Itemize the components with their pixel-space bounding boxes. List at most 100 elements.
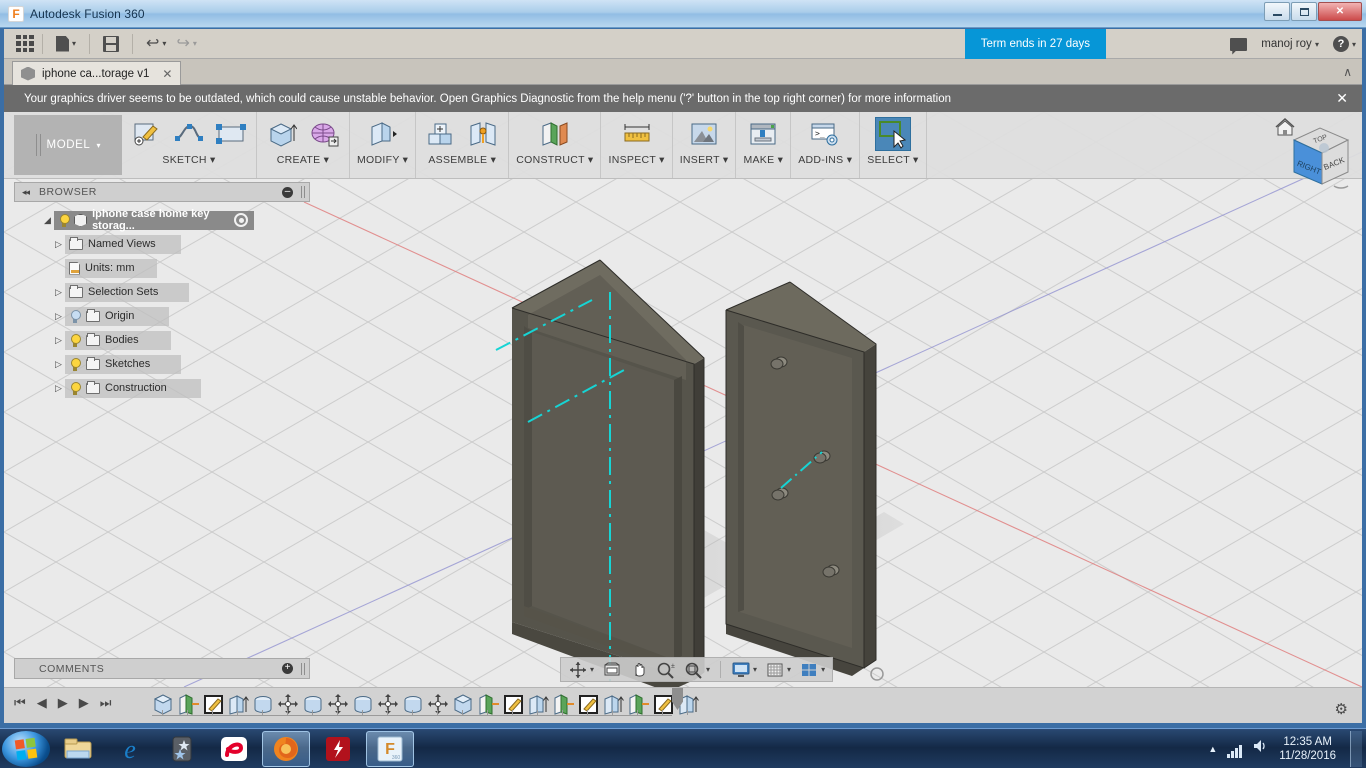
rectangle-icon[interactable] xyxy=(213,117,249,151)
new-component-icon[interactable] xyxy=(423,117,459,151)
timeline-go-start-button[interactable]: ⏮ xyxy=(14,695,26,711)
save-button[interactable] xyxy=(98,34,124,54)
banner-close-icon[interactable]: ✕ xyxy=(1336,90,1348,107)
chevron-down-icon[interactable]: ▾ xyxy=(753,665,757,674)
sculpt-form-icon[interactable] xyxy=(306,117,342,151)
fusion-360-icon[interactable]: F 360 xyxy=(366,730,414,767)
document-tab[interactable]: iphone ca...torage v1 ✕ xyxy=(12,61,182,85)
offset-plane-icon[interactable] xyxy=(537,117,573,151)
collapse-ribbon-chevron-icon[interactable]: ∧ xyxy=(1343,65,1352,79)
timeline-feature-extrude-up-icon[interactable] xyxy=(227,692,249,716)
chevron-down-icon[interactable]: ▾ xyxy=(821,665,825,674)
pan-button[interactable] xyxy=(627,659,651,681)
tree-item-selection-sets[interactable]: ▷ Selection Sets xyxy=(14,280,314,304)
timeline-track[interactable] xyxy=(152,710,688,716)
expand-arrow-icon[interactable]: ▷ xyxy=(52,287,65,298)
chevron-down-icon[interactable]: ▾ xyxy=(706,665,710,674)
extrude-icon[interactable] xyxy=(264,117,300,151)
browser-minimize-icon[interactable]: – xyxy=(282,186,293,198)
windows-start-icon[interactable] xyxy=(2,730,50,767)
timeline-play-button[interactable]: ▶ xyxy=(79,695,89,711)
timeline-feature-cylinder-icon[interactable] xyxy=(252,692,274,716)
panel-grip-icon[interactable] xyxy=(301,662,305,675)
timeline-feature-move-icon[interactable] xyxy=(327,692,349,716)
spline-icon[interactable] xyxy=(171,117,207,151)
visibility-bulb-icon[interactable] xyxy=(69,333,81,347)
chevron-down-icon[interactable]: ▾ xyxy=(590,665,594,674)
timeline-feature-move-icon[interactable] xyxy=(427,692,449,716)
timeline-feature-plane-icon[interactable] xyxy=(477,692,499,716)
show-desktop-button[interactable] xyxy=(1350,730,1362,767)
expand-arrow-icon[interactable]: ▷ xyxy=(52,383,65,394)
timeline-step-forward-button[interactable]: ▶ xyxy=(58,695,68,711)
timeline-feature-plane-icon[interactable] xyxy=(552,692,574,716)
expand-arrow-icon[interactable]: ▷ xyxy=(52,311,65,322)
create-sketch-icon[interactable] xyxy=(129,117,165,151)
tree-item-units[interactable]: Units: mm xyxy=(14,256,314,280)
minimize-button[interactable] xyxy=(1264,2,1290,21)
tree-item-origin[interactable]: ▷ Origin xyxy=(14,304,314,328)
3d-print-icon[interactable] xyxy=(745,117,781,151)
press-pull-icon[interactable] xyxy=(365,117,401,151)
visibility-bulb-icon[interactable] xyxy=(58,213,71,227)
tree-item-named-views[interactable]: ▷ Named Views xyxy=(14,232,314,256)
tree-item-sketches[interactable]: ▷ Sketches xyxy=(14,352,314,376)
airtel-icon[interactable] xyxy=(210,731,258,767)
timeline-feature-cylinder-icon[interactable] xyxy=(302,692,324,716)
body-right-lid[interactable] xyxy=(725,281,877,676)
close-button[interactable]: ✕ xyxy=(1318,2,1362,21)
visibility-bulb-icon[interactable] xyxy=(69,381,81,395)
undo-button[interactable]: ↩ ▾ xyxy=(141,34,171,54)
term-badge[interactable]: Term ends in 27 days xyxy=(964,29,1106,59)
timeline-feature-sketch-icon[interactable] xyxy=(502,692,524,716)
home-icon[interactable] xyxy=(1275,117,1295,136)
visibility-bulb-icon[interactable] xyxy=(69,357,81,371)
timeline-step-back-button[interactable]: ◀ xyxy=(37,695,47,711)
measure-icon[interactable] xyxy=(619,117,655,151)
account-menu[interactable]: manoj roy ▾ xyxy=(1261,38,1319,50)
insert-image-icon[interactable] xyxy=(686,117,722,151)
timeline-feature-cylinder-icon[interactable] xyxy=(352,692,374,716)
select-window-icon[interactable] xyxy=(874,117,911,151)
timeline-feature-sketch-icon[interactable] xyxy=(202,692,224,716)
target-icon[interactable] xyxy=(234,213,248,227)
visibility-bulb-icon[interactable] xyxy=(69,309,81,323)
redo-button[interactable]: ↪ ▾ xyxy=(171,34,201,54)
tree-item-root[interactable]: ◢ iphone case home key storag... xyxy=(14,208,314,232)
chat-icon[interactable] xyxy=(1230,37,1248,51)
timeline-feature-plane-icon[interactable] xyxy=(177,692,199,716)
volume-icon[interactable] xyxy=(1253,739,1269,758)
expand-arrow-icon[interactable]: ◢ xyxy=(41,215,54,226)
viewports-button[interactable]: ▾ xyxy=(796,659,828,681)
internet-explorer-icon[interactable]: e xyxy=(106,731,154,767)
scripts-addins-icon[interactable]: >_ xyxy=(807,117,843,151)
firefox-icon[interactable] xyxy=(262,730,310,767)
network-signal-icon[interactable] xyxy=(1227,740,1243,758)
file-menu-button[interactable]: ▾ xyxy=(51,34,81,54)
expand-arrow-icon[interactable]: ▷ xyxy=(52,359,65,370)
display-settings-button[interactable]: ▾ xyxy=(728,659,760,681)
zoom-button[interactable]: ± xyxy=(653,659,679,681)
stars-app-icon[interactable] xyxy=(158,731,206,767)
comments-panel-header[interactable]: COMMENTS + xyxy=(14,658,310,679)
timeline-feature-extrude-icon[interactable] xyxy=(152,692,174,716)
timeline-go-end-button[interactable]: ⏭ xyxy=(100,695,112,711)
windows-explorer-icon[interactable] xyxy=(54,731,102,767)
timeline-feature-extrude-up-icon[interactable] xyxy=(527,692,549,716)
joint-icon[interactable] xyxy=(465,117,501,151)
chevron-down-icon[interactable]: ▾ xyxy=(787,665,791,674)
grid-snaps-button[interactable]: ▾ xyxy=(762,659,794,681)
maximize-button[interactable] xyxy=(1291,2,1317,21)
timeline-feature-plane-icon[interactable] xyxy=(627,692,649,716)
add-comment-icon[interactable]: + xyxy=(282,663,293,674)
timeline-feature-move-icon[interactable] xyxy=(277,692,299,716)
timeline-feature-extrude-up-icon[interactable] xyxy=(602,692,624,716)
timeline-feature-extrude-icon[interactable] xyxy=(452,692,474,716)
timeline-feature-sketch-icon[interactable] xyxy=(652,692,674,716)
workspace-switcher[interactable]: MODEL ▾ xyxy=(14,115,122,175)
look-at-button[interactable] xyxy=(599,659,625,681)
timeline-feature-move-icon[interactable] xyxy=(377,692,399,716)
tree-item-bodies[interactable]: ▷ Bodies xyxy=(14,328,314,352)
help-menu[interactable]: ? ▾ xyxy=(1332,36,1356,52)
collapse-browser-icon[interactable]: ◂◂ xyxy=(22,187,30,198)
